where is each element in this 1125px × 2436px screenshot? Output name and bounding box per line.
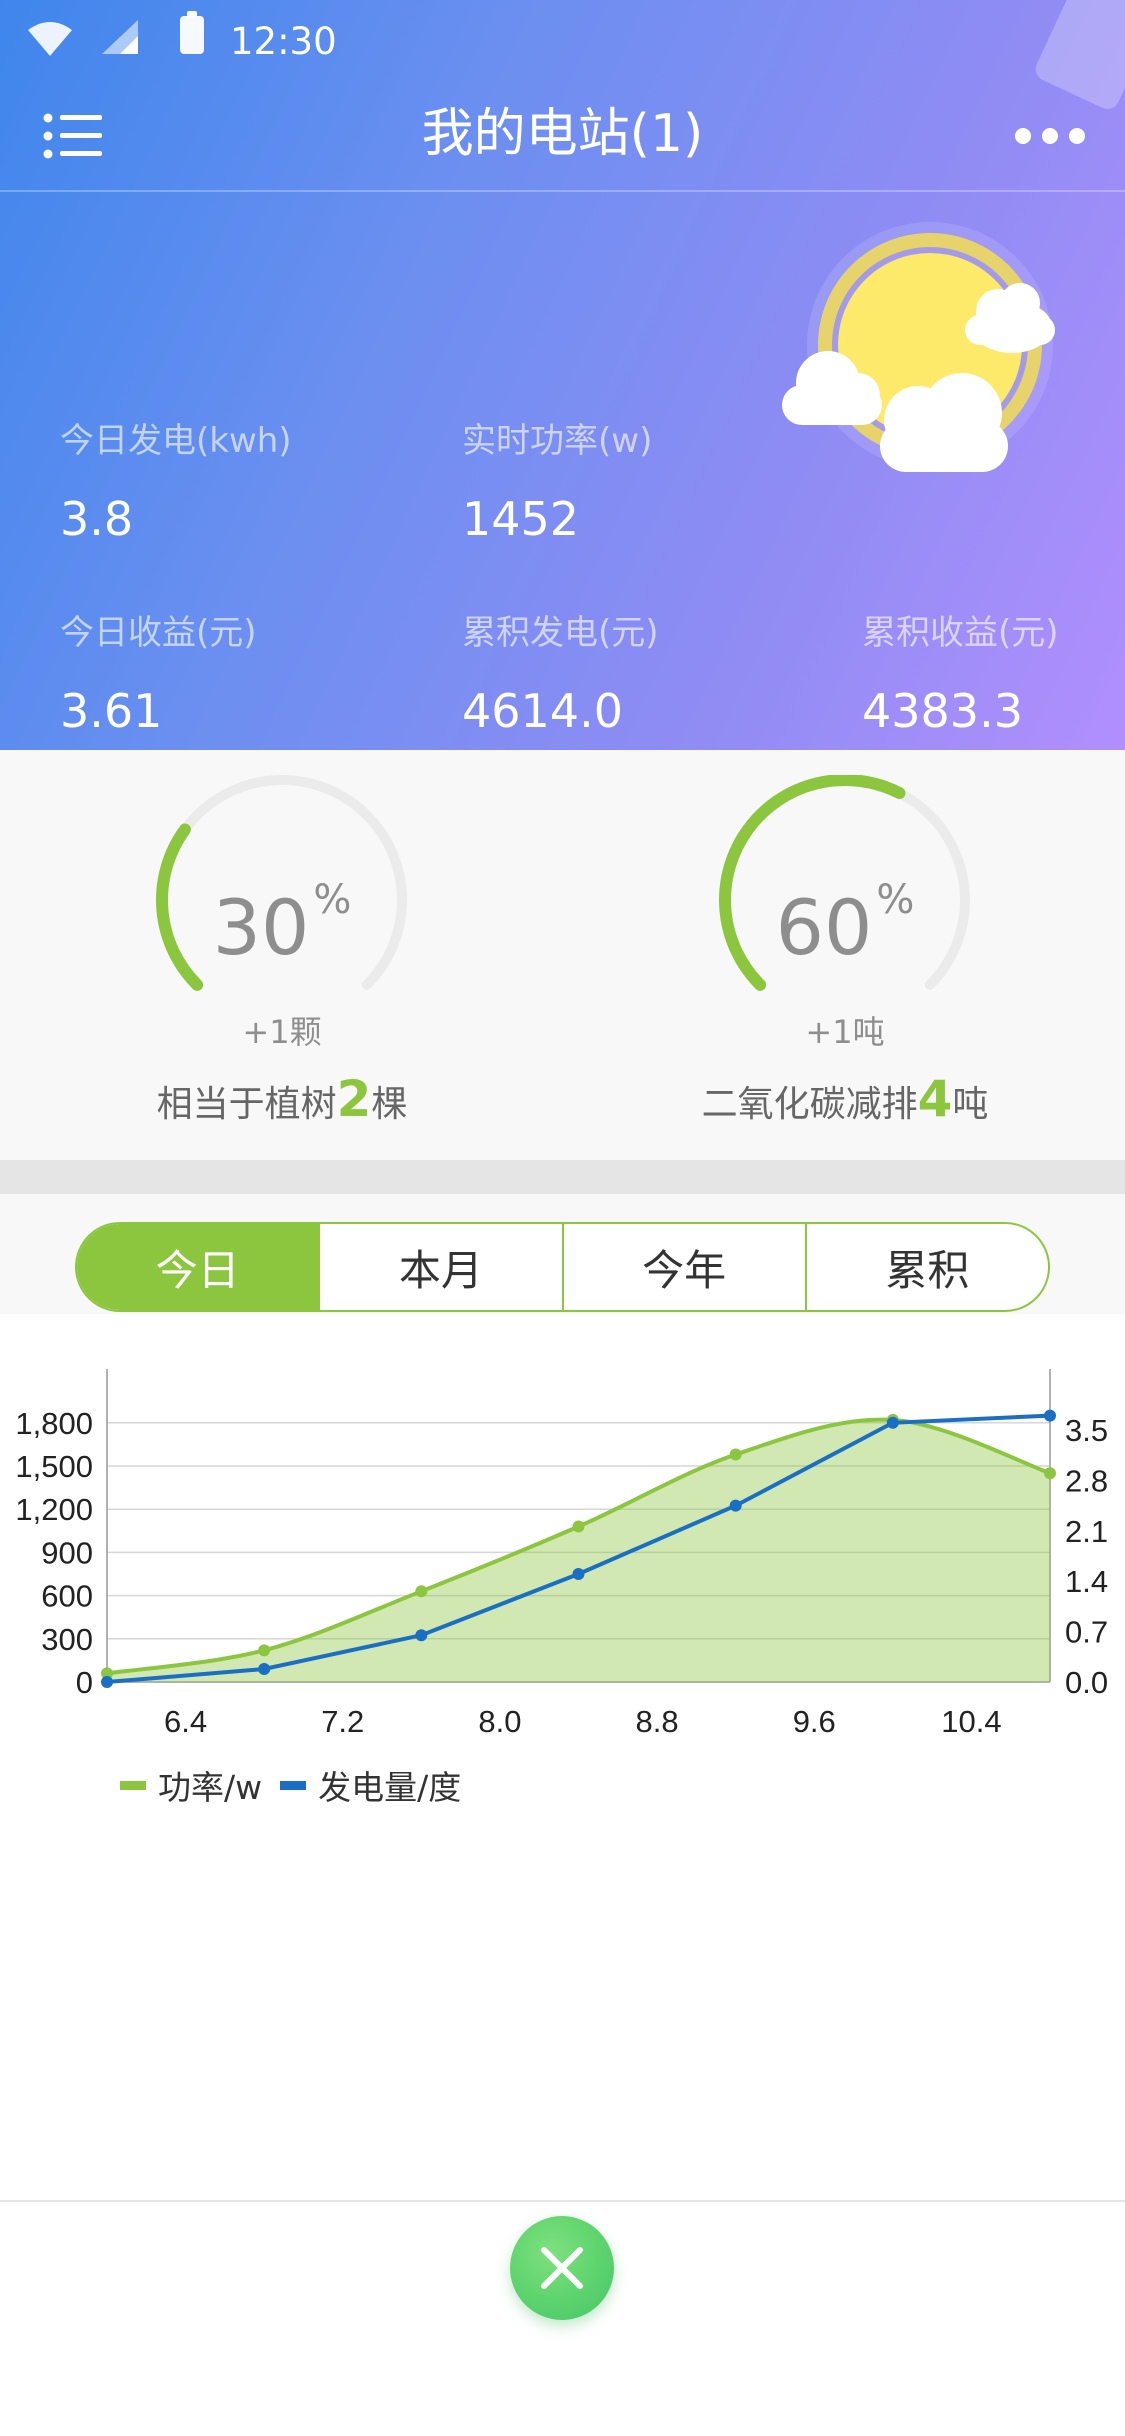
data-point-power bbox=[572, 1520, 585, 1533]
y-right-tick-label: 0.0 bbox=[1065, 1665, 1108, 1700]
tab-year[interactable]: 今年 bbox=[561, 1224, 805, 1310]
data-point-power bbox=[1044, 1467, 1056, 1480]
stat-label: 今日收益(元) bbox=[60, 613, 257, 653]
gauge-percent: 60% bbox=[695, 877, 995, 972]
caption-unit: 吨 bbox=[952, 1084, 989, 1125]
gauge-sub: +1颗 bbox=[242, 1013, 322, 1051]
y-left-tick-label: 0 bbox=[76, 1665, 93, 1700]
battery-icon bbox=[180, 11, 204, 54]
gauge-percent: 30% bbox=[132, 877, 432, 972]
y-right-tick-label: 2.8 bbox=[1065, 1463, 1108, 1498]
chart-canvas: 0 300 600 900 1,200 1,500 1,800 0.0 0.7 1.4 2.1 2.8… bbox=[15, 1369, 1108, 1739]
power-chart: 0 300 600 900 1,200 1,500 1,800 0.0 0.7 1.4 2.1 2.8… bbox=[0, 1314, 1125, 1814]
y-right-tick-label: 1.4 bbox=[1065, 1564, 1108, 1599]
gauge-percent-sign: % bbox=[876, 877, 915, 923]
gauge-percent-value: 60 bbox=[775, 883, 873, 972]
data-point-power bbox=[729, 1448, 742, 1461]
co2-gauge: 60% +1吨 bbox=[695, 775, 995, 1051]
x-tick-label: 8.8 bbox=[636, 1704, 679, 1739]
gauge-sub: +1吨 bbox=[805, 1013, 885, 1051]
data-point-energy bbox=[886, 1416, 899, 1429]
y-left-tick-label: 1,500 bbox=[15, 1449, 93, 1484]
y-right-tick-label: 3.5 bbox=[1065, 1413, 1108, 1448]
stat-total-generation: 累积发电(元) 4614.0 bbox=[462, 605, 659, 738]
environment-gauges: 30% +1颗 相当于植树2棵 60% +1吨 二氧化碳减排4吨 bbox=[0, 750, 1125, 1160]
stat-label: 实时功率(w) bbox=[462, 421, 653, 461]
stat-today-income: 今日收益(元) 3.61 bbox=[60, 605, 257, 738]
data-point-energy bbox=[572, 1568, 585, 1580]
more-dots-icon bbox=[1015, 128, 1085, 144]
data-point-power bbox=[415, 1585, 428, 1598]
wifi-icon bbox=[28, 22, 72, 56]
data-point-energy bbox=[415, 1629, 428, 1642]
legend-item-power: 功率/w bbox=[120, 1761, 262, 1809]
y-left-tick-label: 600 bbox=[41, 1579, 93, 1614]
legend-label-energy: 发电量/度 bbox=[318, 1768, 462, 1807]
close-icon bbox=[541, 2247, 583, 2289]
tree-caption: 相当于植树2棵 bbox=[72, 1070, 492, 1128]
caption-value: 2 bbox=[336, 1070, 372, 1128]
y-right-tick-label: 0.7 bbox=[1065, 1615, 1108, 1650]
data-point-power bbox=[258, 1644, 271, 1657]
station-summary-header: 12:30 我的电站(1) 今日发电(kwh) 3.8 实时功率(w) 1452… bbox=[0, 0, 1125, 750]
section-divider bbox=[0, 1160, 1125, 1194]
y-left-tick-label: 1,200 bbox=[15, 1492, 93, 1527]
x-tick-label: 6.4 bbox=[164, 1704, 207, 1739]
y-left-tick-label: 300 bbox=[41, 1622, 93, 1657]
data-point-energy bbox=[1044, 1409, 1056, 1422]
status-time: 12:30 bbox=[230, 20, 337, 63]
stat-value: 3.8 bbox=[60, 492, 134, 546]
legend-item-energy: 发电量/度 bbox=[280, 1761, 461, 1809]
stat-realtime-power: 实时功率(w) 1452 bbox=[462, 413, 652, 546]
tree-gauge: 30% +1颗 bbox=[132, 775, 432, 1051]
chart-legend: 功率/w 发电量/度 bbox=[120, 1760, 479, 1810]
app-root: 12:30 我的电站(1) 今日发电(kwh) 3.8 实时功率(w) 1452… bbox=[0, 0, 1125, 2436]
caption-text: 二氧化碳减排 bbox=[701, 1084, 918, 1125]
data-point-energy bbox=[729, 1499, 742, 1512]
more-button[interactable] bbox=[1013, 106, 1087, 166]
caption-text: 相当于植树 bbox=[156, 1084, 337, 1125]
stat-value: 4614.0 bbox=[462, 684, 623, 738]
stat-value: 3.61 bbox=[60, 684, 163, 738]
tab-today[interactable]: 今日 bbox=[77, 1224, 319, 1310]
tab-month[interactable]: 本月 bbox=[318, 1224, 561, 1310]
x-tick-label: 9.6 bbox=[793, 1704, 836, 1739]
status-bar: 12:30 bbox=[0, 0, 1125, 113]
nav-bar: 我的电站(1) bbox=[0, 80, 1125, 192]
caption-unit: 棵 bbox=[371, 1084, 408, 1125]
gauge-percent-value: 30 bbox=[212, 883, 310, 972]
page-title: 我的电站(1) bbox=[421, 104, 704, 164]
data-point-energy bbox=[258, 1663, 271, 1676]
x-tick-label: 7.2 bbox=[321, 1704, 364, 1739]
stat-label: 累积收益(元) bbox=[862, 613, 1059, 653]
legend-label-power: 功率/w bbox=[158, 1768, 263, 1807]
close-button[interactable] bbox=[510, 2216, 614, 2320]
y-left-tick-label: 1,800 bbox=[15, 1406, 93, 1441]
gauge-percent-sign: % bbox=[313, 877, 352, 923]
stat-label: 累积发电(元) bbox=[462, 613, 659, 653]
y-right-tick-label: 2.1 bbox=[1065, 1514, 1108, 1549]
x-tick-label: 8.0 bbox=[478, 1704, 521, 1739]
bottom-bar bbox=[0, 2200, 1125, 2436]
stat-value: 4383.3 bbox=[862, 684, 1023, 738]
stat-value: 1452 bbox=[462, 492, 580, 546]
tab-total[interactable]: 累积 bbox=[804, 1224, 1048, 1310]
series-area-power bbox=[107, 1419, 1050, 1682]
legend-swatch-power bbox=[120, 1780, 146, 1790]
stat-label: 今日发电(kwh) bbox=[60, 421, 292, 461]
signal-icon bbox=[102, 20, 138, 54]
legend-swatch-energy bbox=[280, 1780, 307, 1790]
period-tabs-section: 今日 本月 今年 累积 bbox=[0, 1194, 1125, 1314]
x-tick-label: 10.4 bbox=[941, 1704, 1001, 1739]
sun-cloud-icon bbox=[782, 222, 1055, 472]
stat-total-income: 累积收益(元) 4383.3 bbox=[862, 605, 1059, 738]
stat-today-generation: 今日发电(kwh) 3.8 bbox=[60, 413, 292, 546]
caption-value: 4 bbox=[917, 1070, 953, 1128]
co2-caption: 二氧化碳减排4吨 bbox=[635, 1070, 1055, 1128]
period-tabs: 今日 本月 今年 累积 bbox=[75, 1222, 1050, 1312]
y-left-tick-label: 900 bbox=[41, 1535, 93, 1570]
data-point-energy bbox=[101, 1676, 113, 1688]
